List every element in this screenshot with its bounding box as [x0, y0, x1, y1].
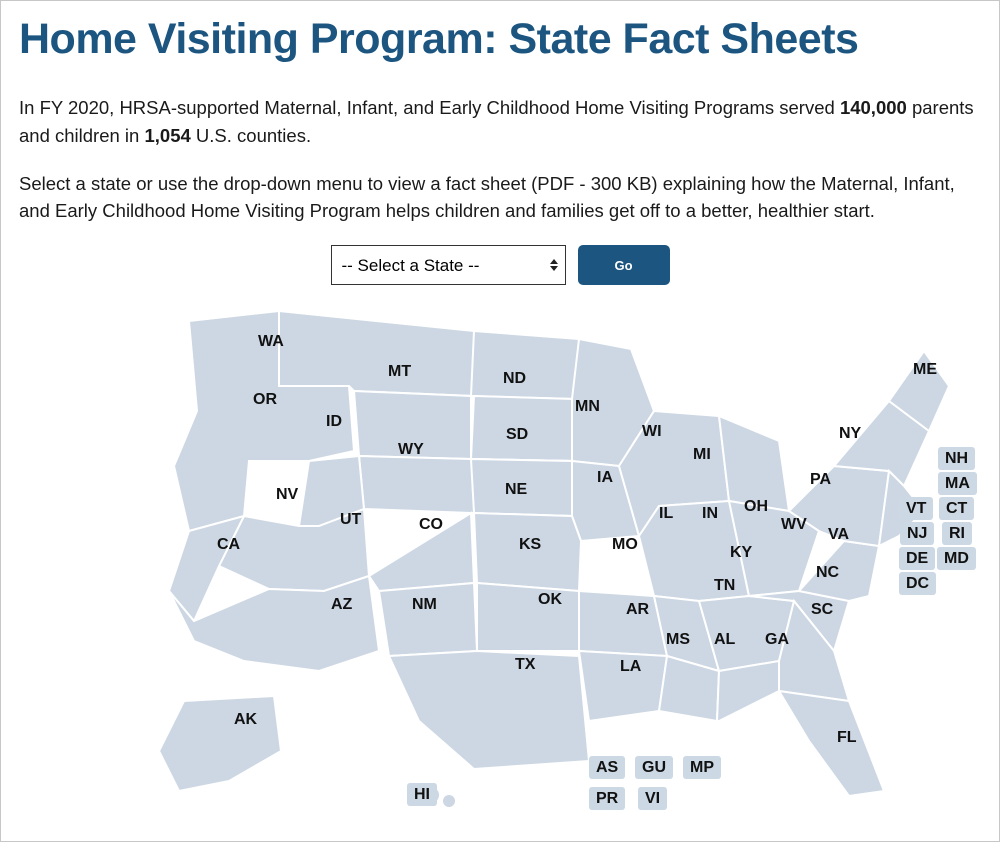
- state-il[interactable]: IL: [659, 505, 673, 523]
- state-ga[interactable]: GA: [765, 631, 789, 649]
- state-select-wrap: -- Select a State --: [331, 245, 566, 285]
- state-tn[interactable]: TN: [714, 577, 735, 595]
- chip-vt[interactable]: VT: [899, 497, 933, 520]
- state-ar[interactable]: AR: [626, 601, 649, 619]
- state-ca[interactable]: CA: [217, 536, 240, 554]
- state-nv[interactable]: NV: [276, 486, 298, 504]
- state-az[interactable]: AZ: [331, 596, 352, 614]
- page-title: Home Visiting Program: State Fact Sheets: [19, 15, 981, 64]
- state-va[interactable]: VA: [828, 526, 849, 544]
- territory-vi[interactable]: VI: [638, 787, 667, 810]
- state-fl[interactable]: FL: [837, 729, 857, 747]
- intro-suffix: U.S. counties.: [191, 125, 311, 146]
- chip-ri[interactable]: RI: [942, 522, 972, 545]
- state-or[interactable]: OR: [253, 391, 277, 409]
- state-co[interactable]: CO: [419, 516, 443, 534]
- state-sc[interactable]: SC: [811, 601, 833, 619]
- chip-nj[interactable]: NJ: [900, 522, 934, 545]
- us-map: WA OR CA NV ID MT WY UT AZ CO NM ND SD N…: [19, 291, 981, 831]
- chip-nh[interactable]: NH: [938, 447, 975, 470]
- state-in[interactable]: IN: [702, 505, 718, 523]
- chip-dc[interactable]: DC: [899, 572, 936, 595]
- go-button[interactable]: Go: [578, 245, 670, 285]
- territory-mp[interactable]: MP: [683, 756, 721, 779]
- state-select[interactable]: -- Select a State --: [331, 245, 566, 285]
- intro-prefix: In FY 2020, HRSA-supported Maternal, Inf…: [19, 97, 840, 118]
- territory-gu[interactable]: GU: [635, 756, 673, 779]
- state-nm[interactable]: NM: [412, 596, 437, 614]
- state-oh[interactable]: OH: [744, 498, 768, 516]
- state-me[interactable]: ME: [913, 361, 937, 379]
- state-ks[interactable]: KS: [519, 536, 541, 554]
- chip-ct[interactable]: CT: [939, 497, 974, 520]
- chip-md[interactable]: MD: [937, 547, 976, 570]
- instructions: Select a state or use the drop-down menu…: [19, 170, 981, 226]
- chip-de[interactable]: DE: [899, 547, 935, 570]
- stat-parents-children: 140,000: [840, 97, 907, 118]
- state-nd[interactable]: ND: [503, 370, 526, 388]
- state-wv[interactable]: WV: [781, 516, 807, 534]
- state-hi[interactable]: HI: [407, 783, 437, 806]
- state-ny[interactable]: NY: [839, 425, 861, 443]
- intro-paragraph: In FY 2020, HRSA-supported Maternal, Inf…: [19, 94, 981, 150]
- state-mt[interactable]: MT: [388, 363, 411, 381]
- state-nc[interactable]: NC: [816, 564, 839, 582]
- us-map-svg: [19, 291, 979, 821]
- state-tx[interactable]: TX: [515, 656, 535, 674]
- state-wy[interactable]: WY: [398, 441, 424, 459]
- state-pa[interactable]: PA: [810, 471, 831, 489]
- state-la[interactable]: LA: [620, 658, 641, 676]
- state-ia[interactable]: IA: [597, 469, 613, 487]
- state-mn[interactable]: MN: [575, 398, 600, 416]
- state-wi[interactable]: WI: [642, 423, 662, 441]
- state-ne[interactable]: NE: [505, 481, 527, 499]
- stat-counties: 1,054: [144, 125, 190, 146]
- state-id[interactable]: ID: [326, 413, 342, 431]
- state-mi[interactable]: MI: [693, 446, 711, 464]
- territory-pr[interactable]: PR: [589, 787, 625, 810]
- territory-as[interactable]: AS: [589, 756, 625, 779]
- state-ms[interactable]: MS: [666, 631, 690, 649]
- state-mo[interactable]: MO: [612, 536, 638, 554]
- state-ut[interactable]: UT: [340, 511, 361, 529]
- state-ok[interactable]: OK: [538, 591, 562, 609]
- state-ky[interactable]: KY: [730, 544, 752, 562]
- page: Home Visiting Program: State Fact Sheets…: [0, 0, 1000, 842]
- state-wa[interactable]: WA: [258, 333, 284, 351]
- state-ak[interactable]: AK: [234, 711, 257, 729]
- controls-row: -- Select a State -- Go: [19, 245, 981, 285]
- chip-ma[interactable]: MA: [938, 472, 977, 495]
- state-al[interactable]: AL: [714, 631, 735, 649]
- state-sd[interactable]: SD: [506, 426, 528, 444]
